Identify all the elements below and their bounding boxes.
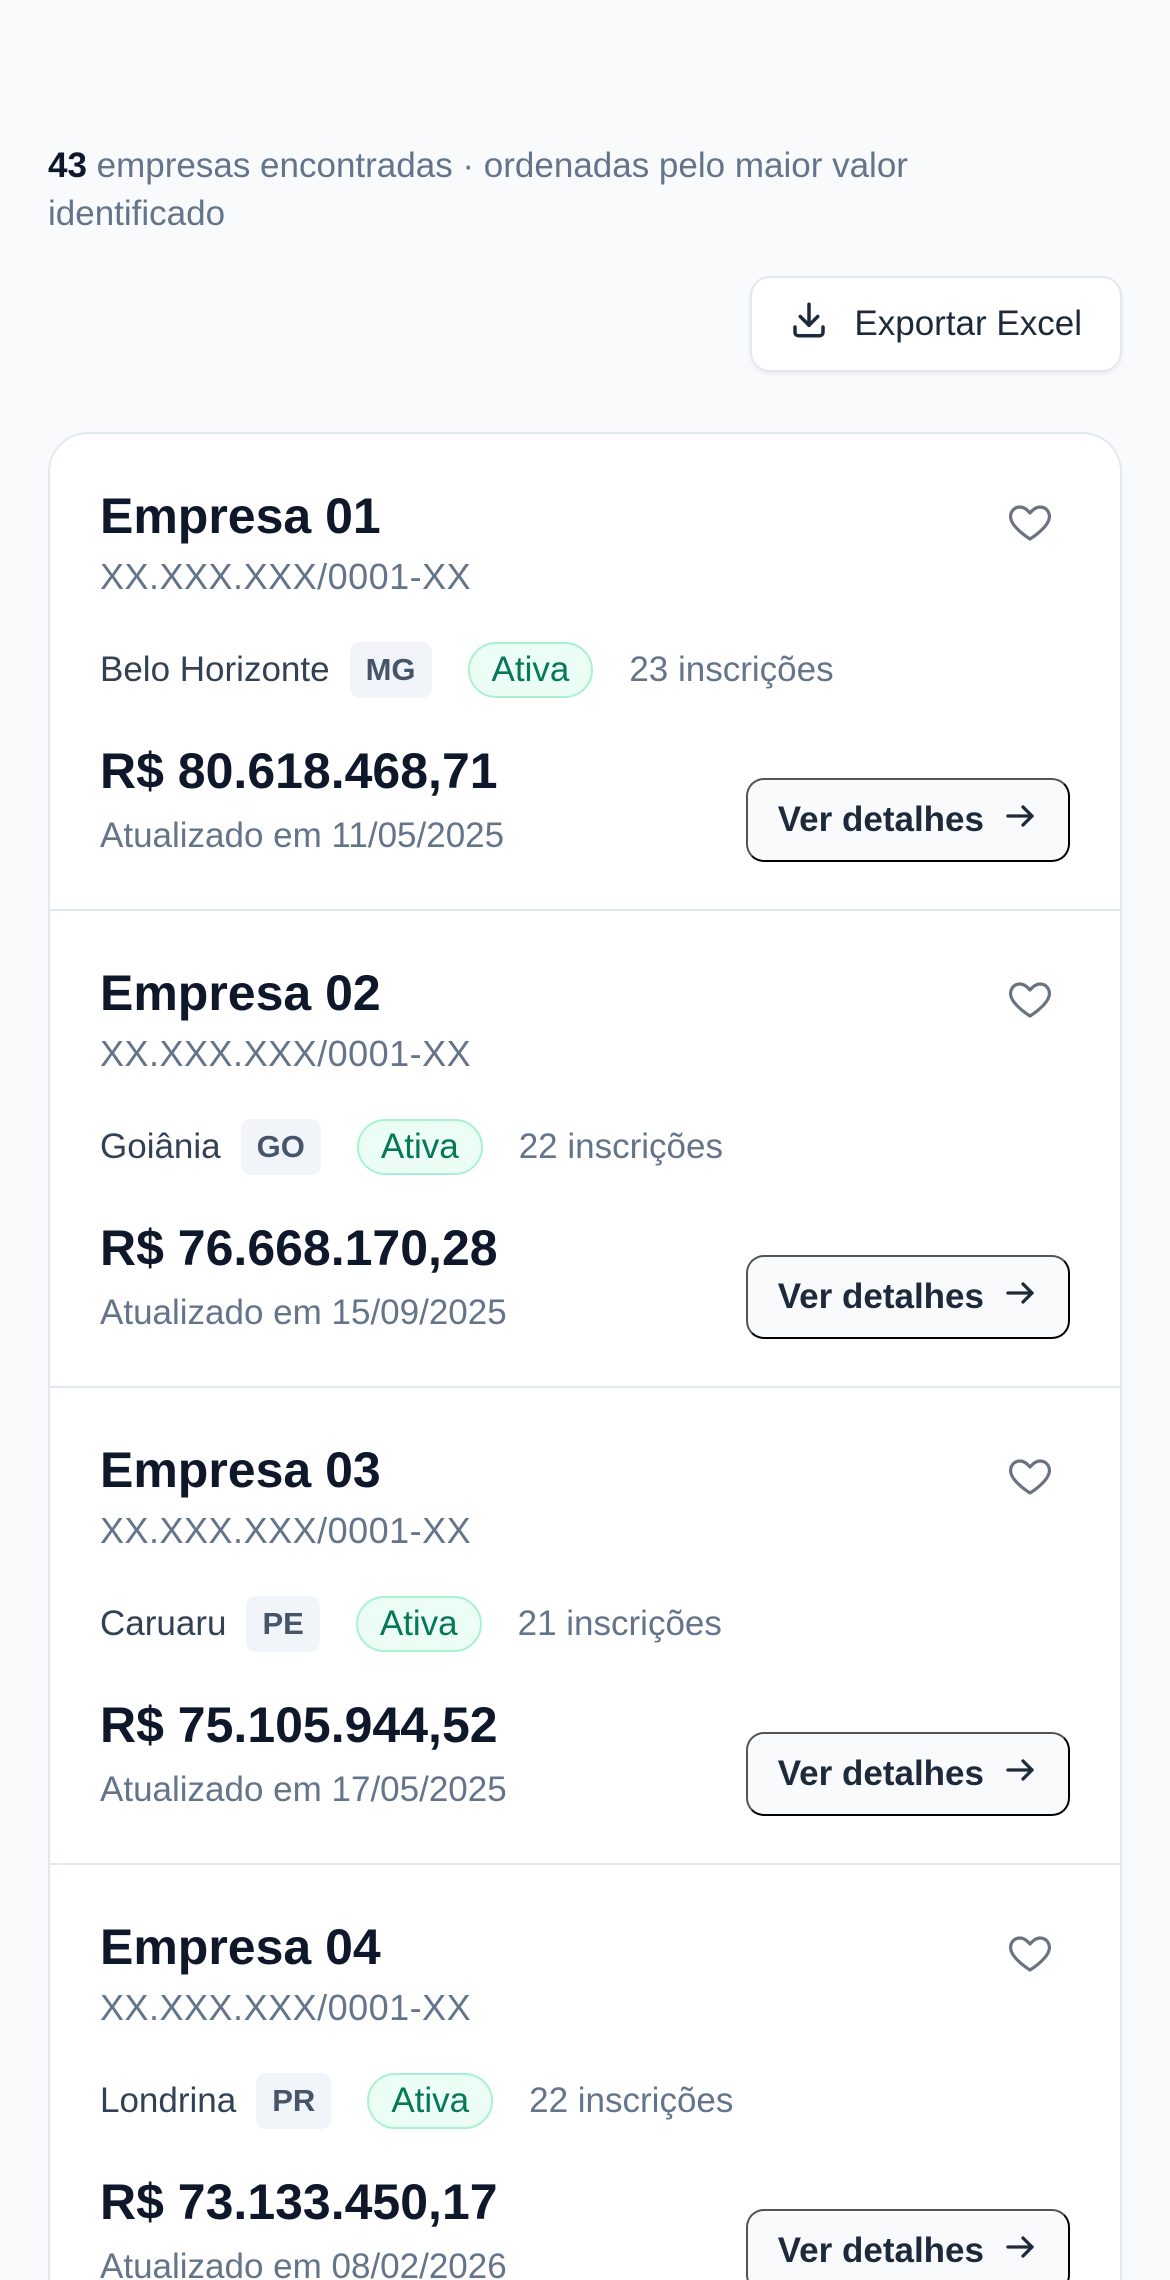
- view-details-label: Ver detalhes: [777, 2231, 984, 2270]
- results-page: 43 empresas encontradas · ordenadas pelo…: [0, 0, 1170, 2280]
- company-cnpj: XX.XXX.XXX/0001-XX: [100, 1033, 472, 1074]
- company-inscricoes: 22 inscrições: [518, 1127, 723, 1166]
- download-icon: [788, 299, 830, 350]
- company-cnpj: XX.XXX.XXX/0001-XX: [100, 556, 472, 597]
- company-updated: Atualizado em 15/09/2025: [100, 1293, 507, 1332]
- company-name: Empresa 01: [100, 488, 381, 544]
- company-card: Empresa 01 XX.XXX.XXX/0001-XX Belo Horiz…: [50, 434, 1120, 911]
- company-inscricoes: 21 inscrições: [517, 1604, 722, 1643]
- export-excel-button[interactable]: Exportar Excel: [750, 276, 1122, 372]
- company-value: R$ 76.668.170,28: [100, 1220, 498, 1276]
- results-summary-text: empresas encontradas · ordenadas pelo ma…: [48, 146, 908, 233]
- company-uf-badge: GO: [240, 1119, 321, 1175]
- company-card: Empresa 03 XX.XXX.XXX/0001-XX Caruaru PE…: [50, 1388, 1120, 1865]
- company-uf-badge: PE: [246, 1596, 320, 1652]
- status-badge: Ativa: [355, 1596, 482, 1652]
- company-card: Empresa 04 XX.XXX.XXX/0001-XX Londrina P…: [50, 1865, 1120, 2280]
- view-details-button[interactable]: Ver detalhes: [745, 2209, 1070, 2280]
- company-meta: Belo Horizonte MG Ativa 23 inscrições: [100, 640, 834, 700]
- favorite-heart-icon[interactable]: [1006, 498, 1054, 546]
- arrow-right-icon: [1002, 1752, 1038, 1797]
- company-city: Goiânia: [100, 1127, 221, 1166]
- favorite-heart-icon[interactable]: [1006, 975, 1054, 1023]
- company-uf-badge: MG: [349, 642, 432, 698]
- company-name: Empresa 02: [100, 965, 381, 1021]
- company-city: Londrina: [100, 2081, 237, 2120]
- results-count: 43: [48, 146, 87, 185]
- company-inscricoes: 23 inscrições: [629, 650, 834, 689]
- company-name: Empresa 03: [100, 1442, 381, 1498]
- company-uf-badge: PR: [256, 2073, 332, 2129]
- arrow-right-icon: [1002, 1275, 1038, 1320]
- company-city: Belo Horizonte: [100, 650, 330, 689]
- favorite-heart-icon[interactable]: [1006, 1452, 1054, 1500]
- company-meta: Caruaru PE Ativa 21 inscrições: [100, 1594, 722, 1654]
- arrow-right-icon: [1002, 2229, 1038, 2274]
- company-value: R$ 75.105.944,52: [100, 1697, 498, 1753]
- company-meta: Goiânia GO Ativa 22 inscrições: [100, 1117, 723, 1177]
- company-name: Empresa 04: [100, 1919, 381, 1975]
- company-city: Caruaru: [100, 1604, 227, 1643]
- company-value: R$ 73.133.450,17: [100, 2174, 498, 2230]
- company-card: Empresa 02 XX.XXX.XXX/0001-XX Goiânia GO…: [50, 911, 1120, 1388]
- company-value: R$ 80.618.468,71: [100, 743, 498, 799]
- view-details-label: Ver detalhes: [777, 1277, 984, 1316]
- view-details-label: Ver detalhes: [777, 800, 984, 839]
- status-badge: Ativa: [367, 2073, 494, 2129]
- view-details-button[interactable]: Ver detalhes: [745, 1255, 1070, 1339]
- results-summary: 43 empresas encontradas · ordenadas pelo…: [48, 142, 1068, 238]
- status-badge: Ativa: [467, 642, 594, 698]
- company-list: Empresa 01 XX.XXX.XXX/0001-XX Belo Horiz…: [48, 432, 1122, 2280]
- status-badge: Ativa: [356, 1119, 483, 1175]
- company-cnpj: XX.XXX.XXX/0001-XX: [100, 1987, 472, 2028]
- export-excel-label: Exportar Excel: [854, 304, 1082, 343]
- company-inscricoes: 22 inscrições: [529, 2081, 734, 2120]
- company-cnpj: XX.XXX.XXX/0001-XX: [100, 1510, 472, 1551]
- company-updated: Atualizado em 08/02/2026: [100, 2247, 507, 2280]
- favorite-heart-icon[interactable]: [1006, 1929, 1054, 1977]
- view-details-label: Ver detalhes: [777, 1754, 984, 1793]
- arrow-right-icon: [1002, 798, 1038, 843]
- view-details-button[interactable]: Ver detalhes: [745, 778, 1070, 862]
- company-updated: Atualizado em 11/05/2025: [100, 816, 505, 855]
- company-updated: Atualizado em 17/05/2025: [100, 1770, 507, 1809]
- company-meta: Londrina PR Ativa 22 inscrições: [100, 2071, 733, 2131]
- view-details-button[interactable]: Ver detalhes: [745, 1732, 1070, 1816]
